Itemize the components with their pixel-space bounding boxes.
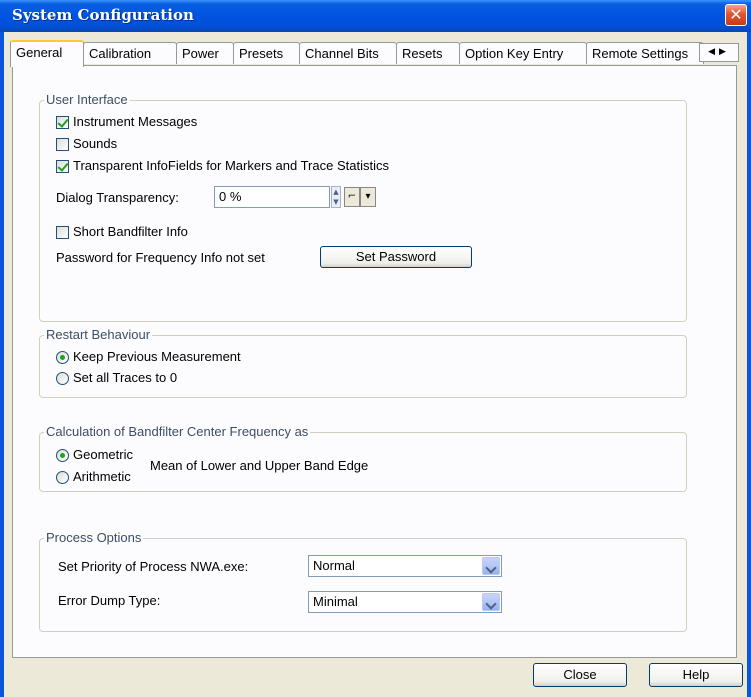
step-icon[interactable]: ⌐ (344, 187, 360, 207)
tab-option-key-entry[interactable]: Option Key Entry (459, 42, 587, 64)
dialog-transparency-spinner[interactable]: ▲ ▼ (331, 186, 341, 208)
arithmetic-label: Arithmetic (73, 469, 131, 484)
general-tab-panel: User Interface Instrument Messages Sound… (12, 65, 737, 658)
priority-select[interactable]: Normal (308, 555, 502, 577)
help-button[interactable]: Help (649, 663, 743, 687)
chevron-left-icon[interactable]: ◀ (708, 47, 719, 57)
restart-behaviour-group: Restart Behaviour Keep Previous Measurem… (39, 327, 687, 398)
window-frame-left (0, 32, 4, 697)
user-interface-title: User Interface (44, 92, 130, 107)
geometric-label: Geometric (73, 447, 133, 462)
priority-label: Set Priority of Process NWA.exe: (58, 559, 249, 574)
tab-strip: General Calibration Power Presets Channe… (10, 40, 747, 67)
transparent-infofields-checkbox[interactable] (56, 160, 69, 173)
bandfilter-calc-group: Calculation of Bandfilter Center Frequen… (39, 424, 687, 492)
tab-resets[interactable]: Resets (396, 42, 460, 64)
geometric-radio[interactable] (56, 449, 69, 462)
dialog-transparency-field[interactable]: 0 % (214, 186, 330, 208)
error-dump-value: Minimal (313, 594, 358, 609)
instrument-messages-label: Instrument Messages (73, 114, 198, 129)
chevron-right-icon[interactable]: ▶ (719, 47, 730, 57)
spin-up-icon[interactable]: ▲ (333, 188, 338, 196)
tab-calibration[interactable]: Calibration (83, 42, 177, 64)
keep-previous-measurement-radio[interactable] (56, 351, 69, 364)
error-dump-label: Error Dump Type: (58, 593, 161, 608)
tab-general[interactable]: General (10, 40, 84, 67)
keep-previous-measurement-label: Keep Previous Measurement (73, 349, 241, 364)
sounds-label: Sounds (73, 136, 118, 151)
chevron-down-icon[interactable] (482, 593, 500, 611)
tab-remote-settings[interactable]: Remote Settings (586, 42, 704, 64)
bandfilter-calc-title: Calculation of Bandfilter Center Frequen… (44, 424, 311, 439)
set-all-traces-label: Set all Traces to 0 (73, 370, 178, 385)
tab-channel-bits[interactable]: Channel Bits (299, 42, 397, 64)
spin-down-icon[interactable]: ▼ (333, 198, 338, 206)
step-dropdown-icon[interactable]: ▾ (360, 187, 376, 207)
tab-power[interactable]: Power (176, 42, 234, 64)
window-frame-right (747, 32, 751, 697)
title-bar[interactable]: System Configuration ✕ (0, 0, 751, 32)
user-interface-group: User Interface Instrument Messages Sound… (39, 92, 687, 322)
close-button[interactable]: Close (533, 663, 627, 687)
chevron-down-icon[interactable] (482, 557, 500, 575)
set-password-button[interactable]: Set Password (320, 246, 472, 268)
close-icon: ✕ (729, 5, 743, 24)
arithmetic-radio[interactable] (56, 471, 69, 484)
tab-presets[interactable]: Presets (233, 42, 300, 64)
transparent-infofields-label: Transparent InfoFields for Markers and T… (73, 158, 389, 173)
password-status-label: Password for Frequency Info not set (56, 250, 265, 265)
dialog-transparency-label: Dialog Transparency: (56, 190, 179, 205)
band-edge-mean-label: Mean of Lower and Upper Band Edge (150, 458, 369, 473)
process-options-title: Process Options (44, 530, 144, 545)
restart-behaviour-title: Restart Behaviour (44, 327, 153, 342)
tab-scroll-arrows[interactable]: ◀▶ (699, 43, 739, 62)
instrument-messages-checkbox[interactable] (56, 116, 69, 129)
dialog-title: System Configuration (12, 6, 194, 24)
short-bandfilter-checkbox[interactable] (56, 226, 69, 239)
set-all-traces-radio[interactable] (56, 372, 69, 385)
process-options-group: Process Options Set Priority of Process … (39, 530, 687, 632)
priority-value: Normal (313, 558, 355, 573)
error-dump-select[interactable]: Minimal (308, 591, 502, 613)
sounds-checkbox[interactable] (56, 138, 69, 151)
short-bandfilter-label: Short Bandfilter Info (73, 224, 188, 239)
system-configuration-dialog: System Configuration ✕ General Calibrati… (0, 0, 751, 697)
close-window-button[interactable]: ✕ (725, 4, 747, 26)
